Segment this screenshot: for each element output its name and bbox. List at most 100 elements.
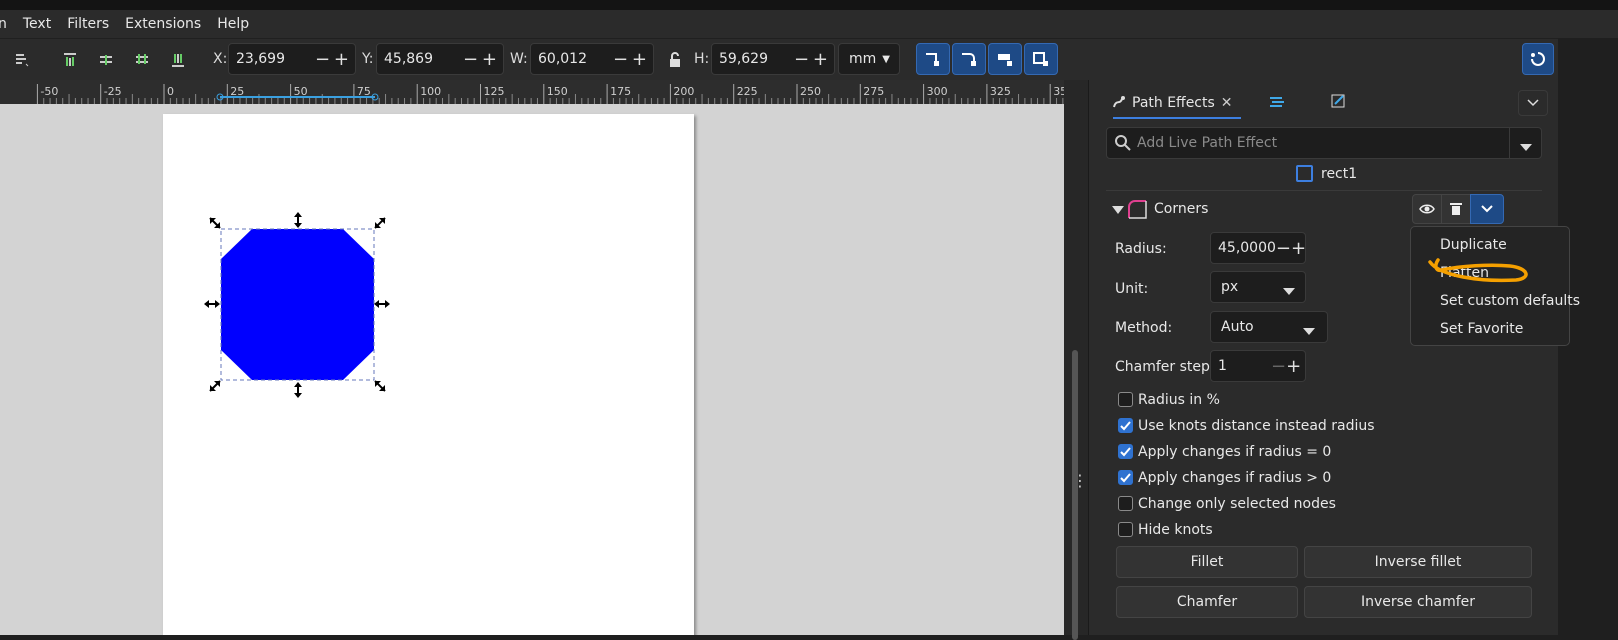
- menu-extensions[interactable]: Extensions: [117, 10, 209, 38]
- chamfer-button[interactable]: Chamfer: [1116, 586, 1298, 618]
- effect-unit-select[interactable]: px: [1210, 271, 1306, 303]
- checkbox-label: Use knots distance instead radius: [1138, 418, 1375, 434]
- minus-icon[interactable]: −: [613, 49, 628, 70]
- canvas-vertical-scrollbar[interactable]: ⋮: [1064, 80, 1088, 640]
- menu-bar: n Text Filters Extensions Help: [0, 10, 1618, 38]
- plus-icon[interactable]: +: [632, 49, 647, 70]
- scale-stroke-icon[interactable]: [916, 43, 950, 75]
- menu-item-duplicate[interactable]: Duplicate: [1440, 237, 1507, 253]
- scrollbar-thumb[interactable]: [1072, 350, 1078, 640]
- lower-icon[interactable]: [129, 47, 155, 73]
- scale-corners-icon[interactable]: [952, 43, 986, 75]
- ruler-tick-label: 300: [927, 85, 948, 98]
- checkbox-apply-radius-positive[interactable]: [1118, 470, 1133, 485]
- menu-text[interactable]: Text: [15, 10, 59, 38]
- radius-field[interactable]: 45,0000 − +: [1210, 232, 1306, 264]
- chevron-down-icon: [1283, 284, 1295, 300]
- minus-icon[interactable]: −: [463, 49, 478, 70]
- h-label: H:: [694, 51, 710, 67]
- collapse-triangle-icon[interactable]: [1112, 204, 1124, 220]
- rect-object-icon: [1296, 165, 1313, 182]
- fillet-button[interactable]: Fillet: [1116, 546, 1298, 578]
- handle-left: [204, 300, 220, 308]
- minus-icon[interactable]: −: [1276, 238, 1291, 259]
- method-select[interactable]: Auto: [1210, 311, 1328, 343]
- plus-icon[interactable]: +: [334, 49, 349, 70]
- edit-icon[interactable]: [1330, 93, 1348, 113]
- tab-label: Path Effects: [1132, 95, 1215, 111]
- effect-menu-chevron-icon[interactable]: [1470, 194, 1504, 224]
- align-icon[interactable]: [8, 47, 34, 73]
- canvas-drawing: [204, 212, 390, 398]
- ruler-tick-label: -25: [104, 85, 122, 98]
- y-value: 45,869: [384, 51, 433, 67]
- handle-top-right: [374, 217, 386, 229]
- effect-name: Corners: [1154, 201, 1209, 217]
- w-value: 60,012: [538, 51, 587, 67]
- menu-help[interactable]: Help: [209, 10, 257, 38]
- y-field[interactable]: 45,869 − +: [376, 43, 504, 75]
- checkbox-hide-knots[interactable]: [1118, 522, 1133, 537]
- w-field[interactable]: 60,012 − +: [530, 43, 654, 75]
- ruler-tick-label: 325: [990, 85, 1011, 98]
- canvas[interactable]: [0, 104, 1064, 635]
- minus-icon[interactable]: −: [794, 49, 809, 70]
- more-options-icon[interactable]: ⋮: [1072, 473, 1088, 489]
- h-field[interactable]: 59,629 − +: [711, 43, 835, 75]
- search-icon: [1115, 135, 1131, 155]
- ruler-ticks: -50 -25 0 25 50 75 100 125 150 175 200 225 250 275 300…: [36, 84, 1064, 104]
- handle-bottom: [294, 382, 302, 398]
- close-icon[interactable]: ✕: [1221, 95, 1233, 111]
- unit-value: mm: [849, 51, 877, 67]
- method-value: Auto: [1221, 319, 1254, 335]
- menu-filters[interactable]: Filters: [59, 10, 117, 38]
- check-icon: [1120, 447, 1131, 457]
- ruler-tick-label: 175: [610, 85, 631, 98]
- checkbox-selected-nodes[interactable]: [1118, 496, 1133, 511]
- effect-unit-value: px: [1221, 279, 1239, 295]
- ruler-tick-label: 35: [1053, 85, 1064, 98]
- ruler-tick-label: 150: [547, 85, 568, 98]
- plus-icon[interactable]: +: [1286, 356, 1301, 377]
- checkbox-radius-percent[interactable]: [1118, 392, 1133, 407]
- x-value: 23,699: [236, 51, 285, 67]
- chevron-down-icon: [1303, 324, 1315, 340]
- visibility-eye-icon[interactable]: [1412, 194, 1442, 224]
- minus-icon[interactable]: −: [315, 49, 330, 70]
- add-effect-search[interactable]: Add Live Path Effect: [1106, 127, 1542, 159]
- object-name: rect1: [1321, 166, 1358, 182]
- raise-to-top-icon[interactable]: [57, 47, 83, 73]
- x-field[interactable]: 23,699 − +: [228, 43, 356, 75]
- chevron-down-icon[interactable]: [1520, 140, 1532, 156]
- lower-to-bottom-icon[interactable]: [165, 47, 191, 73]
- lock-icon[interactable]: [662, 47, 688, 73]
- move-gradients-icon[interactable]: [988, 43, 1022, 75]
- trash-icon[interactable]: [1441, 194, 1471, 224]
- move-patterns-icon[interactable]: [1024, 43, 1058, 75]
- minus-icon[interactable]: −: [1271, 356, 1286, 377]
- tab-path-effects[interactable]: Path Effects ✕: [1112, 88, 1233, 118]
- snap-toggle-icon[interactable]: [1522, 43, 1554, 75]
- ruler-tick-label: 225: [737, 85, 758, 98]
- inverse-fillet-button[interactable]: Inverse fillet: [1304, 546, 1532, 578]
- panel-chevron-icon[interactable]: [1518, 90, 1548, 116]
- checkbox-apply-radius-zero[interactable]: [1118, 444, 1133, 459]
- menu-partial[interactable]: n: [0, 10, 15, 38]
- checkbox-label: Radius in %: [1138, 392, 1220, 408]
- layers-icon[interactable]: [1268, 94, 1286, 114]
- highlight-scribble: [1428, 258, 1528, 283]
- plus-icon[interactable]: +: [1291, 238, 1306, 259]
- menu-item-set-custom-defaults[interactable]: Set custom defaults: [1440, 293, 1580, 309]
- plus-icon[interactable]: +: [482, 49, 497, 70]
- menu-item-set-favorite[interactable]: Set Favorite: [1440, 321, 1523, 337]
- unit-select[interactable]: mm ▼: [838, 43, 900, 75]
- inverse-chamfer-button[interactable]: Inverse chamfer: [1304, 586, 1532, 618]
- handle-top-left: [209, 217, 221, 229]
- checkbox-label: Apply changes if radius = 0: [1138, 444, 1332, 460]
- chamfer-steps-field[interactable]: 1 − +: [1210, 350, 1306, 382]
- plus-icon[interactable]: +: [813, 49, 828, 70]
- checkbox-knots-distance[interactable]: [1118, 418, 1133, 433]
- checkbox-label: Change only selected nodes: [1138, 496, 1336, 512]
- raise-icon[interactable]: [93, 47, 119, 73]
- title-bar: [0, 0, 1618, 10]
